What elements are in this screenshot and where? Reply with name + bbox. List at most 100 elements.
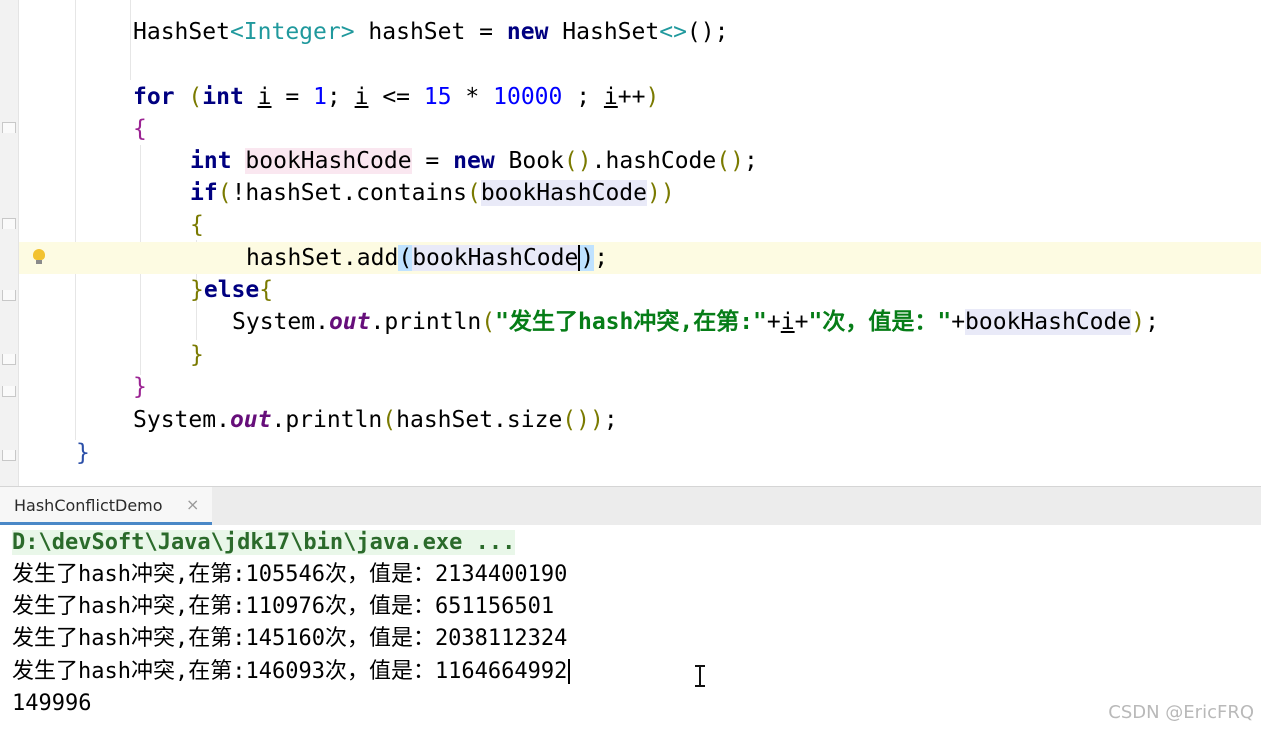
token-variable: bookHashCode	[412, 245, 579, 271]
token-paren: (	[481, 309, 496, 335]
console-line-text: 发生了hash冲突,在第:146093次，值是：1164664992	[12, 659, 568, 684]
token-class: System.	[232, 309, 329, 335]
run-tab[interactable]: HashConflictDemo ×	[0, 487, 212, 525]
fold-marker[interactable]	[2, 218, 16, 229]
token-call: .hashCode	[591, 148, 717, 174]
token-class: System.	[133, 407, 230, 433]
fold-marker[interactable]	[2, 450, 16, 461]
code-line[interactable]: if(!hashSet.contains(bookHashCode))	[190, 177, 675, 209]
token-operator: =	[271, 84, 314, 110]
code-editor[interactable]: HashSet<Integer> hashSet = new HashSet<>…	[0, 0, 1261, 486]
indent-guide	[130, 0, 131, 80]
token-keyword: for	[133, 84, 175, 110]
token-variable: i	[780, 309, 795, 335]
code-line[interactable]: hashSet.add(bookHashCode);	[246, 242, 608, 274]
token-brace: {	[133, 116, 147, 142]
token-type: HashSet	[133, 19, 230, 45]
token-brace: {	[190, 212, 204, 238]
token-number: 1	[313, 84, 327, 110]
token-paren: )	[578, 245, 595, 271]
token-brace: {	[259, 277, 274, 303]
current-line-highlight	[19, 242, 1261, 274]
token-call: hashSet.add	[246, 245, 399, 271]
token-variable: bookHashCode	[965, 309, 1132, 335]
token-paren: ()	[563, 148, 592, 174]
token-call: Book	[494, 148, 564, 174]
token-operator: +	[951, 309, 966, 335]
token-keyword: if	[190, 180, 218, 206]
lightbulb-icon[interactable]	[33, 249, 45, 264]
i-beam-cursor-icon	[690, 665, 710, 687]
token-operator: =	[411, 148, 454, 174]
console-line: 发生了hash冲突,在第:146093次，值是：1164664992	[12, 656, 571, 688]
fold-marker[interactable]	[2, 354, 16, 365]
code-line[interactable]: HashSet<Integer> hashSet = new HashSet<>…	[133, 16, 728, 48]
token-keyword: int	[190, 148, 232, 174]
console-line: 发生了hash冲突,在第:145160次，值是：2038112324	[12, 626, 568, 651]
code-line[interactable]: System.out.println(hashSet.size());	[133, 404, 618, 436]
token-paren: (	[174, 84, 203, 110]
code-line[interactable]: {	[133, 113, 147, 145]
console-output[interactable]: D:\devSoft\Java\jdk17\bin\java.exe ... 发…	[0, 525, 1261, 732]
token-paren: )	[1131, 309, 1146, 335]
token-punctuation: ;	[603, 407, 618, 433]
token-brace: }	[76, 440, 90, 466]
token-paren: )	[645, 84, 660, 110]
token-operator: +	[794, 309, 809, 335]
token-static-field: out	[328, 309, 371, 335]
code-line[interactable]: }	[76, 437, 90, 469]
token-variable: i	[603, 84, 618, 110]
token-punctuation: ;	[326, 84, 355, 110]
token-string: "发生了hash冲突,在第:"	[495, 309, 767, 335]
token-string: "次，值是："	[808, 309, 952, 335]
console-result: 149996	[12, 691, 92, 716]
code-line[interactable]: }else{	[190, 274, 273, 306]
token-punctuation: ();	[686, 19, 729, 45]
token-brace: }	[190, 342, 204, 368]
code-line[interactable]: {	[190, 209, 204, 241]
console-line: 发生了hash冲突,在第:110976次，值是：651156501	[12, 594, 555, 619]
token-paren: ))	[647, 180, 675, 206]
token-number: 10000	[493, 84, 563, 110]
token-operator: ++	[617, 84, 646, 110]
token-static-field: out	[229, 407, 272, 433]
editor-gutter[interactable]	[0, 0, 19, 486]
console-command: D:\devSoft\Java\jdk17\bin\java.exe ...	[12, 527, 516, 559]
token-punctuation: ;	[562, 84, 604, 110]
close-icon[interactable]: ×	[186, 495, 199, 514]
code-line[interactable]: }	[190, 339, 204, 371]
token-operator: +	[766, 309, 781, 335]
token-generic: <Integer>	[229, 19, 355, 45]
token-call: !hashSet.contains	[231, 180, 467, 206]
token-keyword: int	[202, 84, 244, 110]
token-variable: i	[354, 84, 369, 110]
token-paren: (	[466, 180, 481, 206]
token-paren: (	[382, 407, 397, 433]
token-call: .println	[271, 407, 383, 433]
token-type: HashSet	[548, 19, 660, 45]
token-keyword: else	[203, 277, 260, 303]
token-paren: ()	[562, 407, 590, 433]
token-punctuation: ;	[1145, 309, 1159, 335]
token-keyword: new	[506, 19, 549, 45]
token-operator: <=	[368, 84, 424, 110]
code-line[interactable]: }	[133, 371, 147, 403]
fold-marker[interactable]	[2, 290, 16, 301]
token-variable: i	[257, 84, 272, 110]
code-line[interactable]: int bookHashCode = new Book().hashCode()…	[190, 145, 758, 177]
token-paren: ()	[716, 148, 744, 174]
token-variable: hashSet =	[354, 19, 507, 45]
token-variable: bookHashCode	[245, 148, 412, 174]
fold-marker[interactable]	[2, 122, 16, 133]
code-line[interactable]: System.out.println("发生了hash冲突,在第:"+i+"次，…	[232, 306, 1159, 338]
watermark: CSDN @EricFRQ	[1108, 702, 1254, 723]
token-paren: )	[590, 407, 604, 433]
token-generic: <>	[659, 19, 687, 45]
code-line[interactable]: for (int i = 1; i <= 15 * 10000 ; i++)	[133, 81, 659, 113]
run-tab-label: HashConflictDemo	[14, 496, 163, 515]
token-paren: (	[398, 245, 413, 271]
fold-marker[interactable]	[2, 386, 16, 397]
run-tool-window-tabbar: HashConflictDemo ×	[0, 486, 1261, 526]
